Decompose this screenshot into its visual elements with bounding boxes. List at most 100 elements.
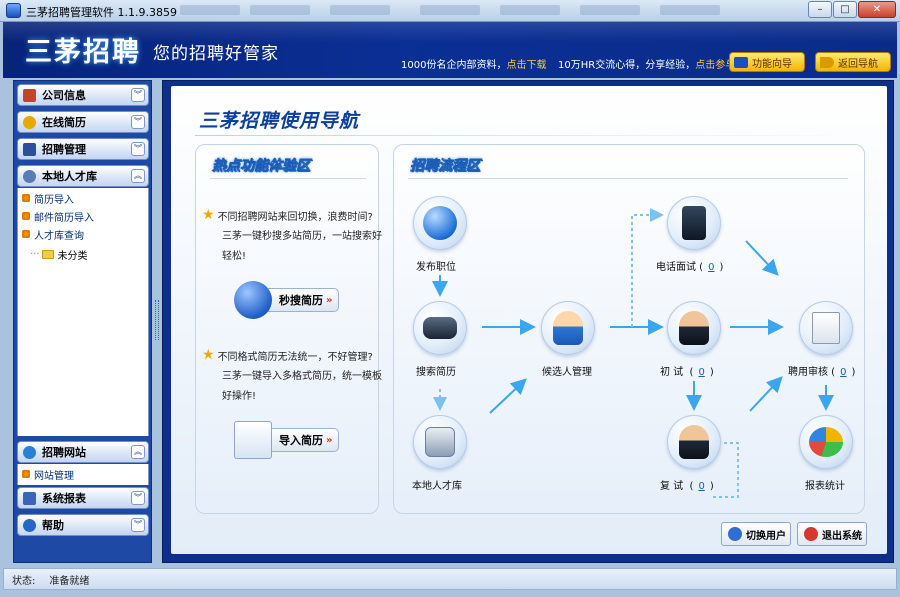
nav-company-info[interactable]: 公司信息 ︾ bbox=[17, 84, 149, 106]
chevron-down-icon[interactable]: ︾ bbox=[131, 142, 145, 156]
chevron-up-icon[interactable]: ︽ bbox=[131, 169, 145, 183]
power-icon bbox=[804, 527, 818, 541]
search-resume-node[interactable] bbox=[413, 301, 467, 355]
minimize-button[interactable]: – bbox=[808, 1, 832, 18]
subitem-site-manage[interactable]: 网站管理 bbox=[22, 466, 74, 482]
double-arrow-icon: » bbox=[326, 294, 333, 306]
nav-label: 在线简历 bbox=[42, 116, 86, 129]
nav-label: 本地人才库 bbox=[42, 170, 97, 183]
safe-icon bbox=[425, 427, 455, 457]
second-interview-label: 复 试 (0) bbox=[660, 481, 714, 492]
first-interview-count[interactable]: 0 bbox=[698, 367, 704, 378]
subitem-label: 简历导入 bbox=[34, 194, 74, 206]
switch-user-button[interactable]: 切换用户 bbox=[721, 522, 791, 546]
building-icon bbox=[23, 88, 36, 102]
clock-icon bbox=[234, 281, 272, 319]
sidebar: 公司信息 ︾ 在线简历 ︾ 招聘管理 ︾ 本地人才库 ︽ 简历导入 邮件简历导入… bbox=[13, 80, 152, 563]
chevron-down-icon[interactable]: ︾ bbox=[131, 518, 145, 532]
tree-folder-uncategorized[interactable]: ··· 未分类 bbox=[30, 246, 88, 262]
talent-subpanel: 简历导入 邮件简历导入 人才库查询 ··· 未分类 bbox=[17, 188, 149, 436]
answer-1: 三茅一键秒搜多站简历，一站搜索好轻松! bbox=[222, 231, 382, 262]
chevron-down-icon[interactable]: ︾ bbox=[131, 88, 145, 102]
user-icon bbox=[23, 115, 36, 129]
nav-label: 帮助 bbox=[42, 519, 64, 532]
feature-guide-label: 功能向导 bbox=[752, 58, 792, 70]
back-to-nav-button[interactable]: 返回导航 bbox=[815, 52, 891, 72]
subitem-email-import[interactable]: 邮件简历导入 bbox=[22, 208, 94, 224]
nav-online-resume[interactable]: 在线简历 ︾ bbox=[17, 111, 149, 133]
close-button[interactable]: ✕ bbox=[858, 1, 896, 18]
title-bar-ghost bbox=[580, 5, 640, 15]
nav-recruit-manage[interactable]: 招聘管理 ︾ bbox=[17, 138, 149, 160]
maximize-button[interactable]: □ bbox=[833, 1, 857, 18]
question-2-text: 不同格式简历无法统一，不好管理? bbox=[217, 351, 373, 363]
chevron-up-icon[interactable]: ︽ bbox=[131, 445, 145, 459]
report-icon bbox=[23, 491, 36, 505]
globe-icon bbox=[23, 445, 36, 459]
subitem-label: 人才库查询 bbox=[34, 230, 84, 242]
question-1-text: 不同招聘网站来回切换，浪费时间? bbox=[217, 211, 373, 223]
pie-chart-icon bbox=[809, 427, 843, 457]
publish-job-label: 发布职位 bbox=[416, 262, 456, 273]
arrow-phone-to-approve bbox=[745, 240, 779, 276]
status-label: 状态: bbox=[12, 575, 36, 587]
person-icon bbox=[553, 311, 583, 345]
nav-system-reports[interactable]: 系统报表 ︾ bbox=[17, 487, 149, 509]
page-title: 三茅招聘使用导航 bbox=[199, 110, 360, 132]
candidates-node[interactable] bbox=[541, 301, 595, 355]
nav-local-talent[interactable]: 本地人才库 ︽ bbox=[17, 165, 149, 187]
phone-interview-count[interactable]: 0 bbox=[708, 262, 714, 273]
phone-interview-node[interactable] bbox=[667, 196, 721, 250]
hire-approval-node[interactable] bbox=[799, 301, 853, 355]
folder-label: 未分类 bbox=[57, 250, 88, 262]
quick-search-label: 秒搜简历 bbox=[279, 294, 323, 307]
phone-interview-label: 电话面试 (0) bbox=[656, 262, 724, 273]
hire-approval-label: 聘用审核 (0) bbox=[788, 367, 856, 378]
local-talent-node[interactable] bbox=[413, 415, 467, 469]
item-bullet-icon bbox=[22, 212, 30, 220]
search-resume-label: 搜索简历 bbox=[416, 367, 456, 378]
chevron-down-icon[interactable]: ︾ bbox=[131, 491, 145, 505]
document-icon bbox=[23, 142, 36, 156]
subitem-resume-import[interactable]: 简历导入 bbox=[22, 190, 74, 206]
local-talent-label: 本地人才库 bbox=[412, 481, 462, 492]
splitter-handle[interactable] bbox=[155, 300, 159, 340]
nav-help[interactable]: 帮助 ︾ bbox=[17, 514, 149, 536]
phone-icon bbox=[682, 206, 706, 240]
notepad-icon bbox=[234, 421, 272, 459]
question-2: ★ 不同格式简历无法统一，不好管理? bbox=[202, 347, 373, 363]
subitem-talent-query[interactable]: 人才库查询 bbox=[22, 226, 84, 242]
item-bullet-icon bbox=[22, 230, 30, 238]
first-interview-node[interactable] bbox=[667, 301, 721, 355]
exit-system-button[interactable]: 退出系统 bbox=[797, 522, 867, 546]
feature-guide-button[interactable]: 功能向导 bbox=[729, 52, 805, 72]
publish-job-node[interactable] bbox=[413, 196, 467, 250]
title-bar-ghost bbox=[250, 5, 310, 15]
title-bar-ghost bbox=[660, 5, 720, 15]
star-icon: ★ bbox=[202, 207, 215, 223]
first-interview-text: 初 试 bbox=[660, 367, 684, 378]
nav-label: 招聘管理 bbox=[42, 143, 86, 156]
answer-2: 三茅一键导入多格式简历，统一模板好操作! bbox=[222, 371, 382, 402]
chevron-down-icon[interactable]: ︾ bbox=[131, 115, 145, 129]
window-title: 三茅招聘管理软件 1.1.9.3859 bbox=[26, 6, 177, 19]
nav-label: 招聘网站 bbox=[42, 446, 86, 459]
people-icon bbox=[23, 169, 36, 183]
second-interview-count[interactable]: 0 bbox=[698, 481, 704, 492]
businessman-1-icon bbox=[679, 311, 709, 345]
hire-approval-count[interactable]: 0 bbox=[840, 367, 846, 378]
title-bar-ghost bbox=[420, 5, 480, 15]
report-stats-node[interactable] bbox=[799, 415, 853, 469]
second-interview-node[interactable] bbox=[667, 415, 721, 469]
arrow-second-to-approve bbox=[749, 376, 783, 412]
folder-icon bbox=[41, 249, 54, 259]
title-bar-ghost bbox=[180, 5, 240, 15]
download-link[interactable]: 点击下载 bbox=[506, 60, 546, 71]
app-slogan: 您的招聘好管家 bbox=[153, 44, 279, 64]
ie-globe-icon bbox=[423, 206, 457, 240]
nav-label: 公司信息 bbox=[42, 89, 86, 102]
nav-recruit-sites[interactable]: 招聘网站 ︽ bbox=[17, 441, 149, 463]
subitem-label: 网站管理 bbox=[34, 470, 74, 482]
import-resume-label: 导入简历 bbox=[279, 434, 323, 447]
title-bar-ghost bbox=[330, 5, 390, 15]
